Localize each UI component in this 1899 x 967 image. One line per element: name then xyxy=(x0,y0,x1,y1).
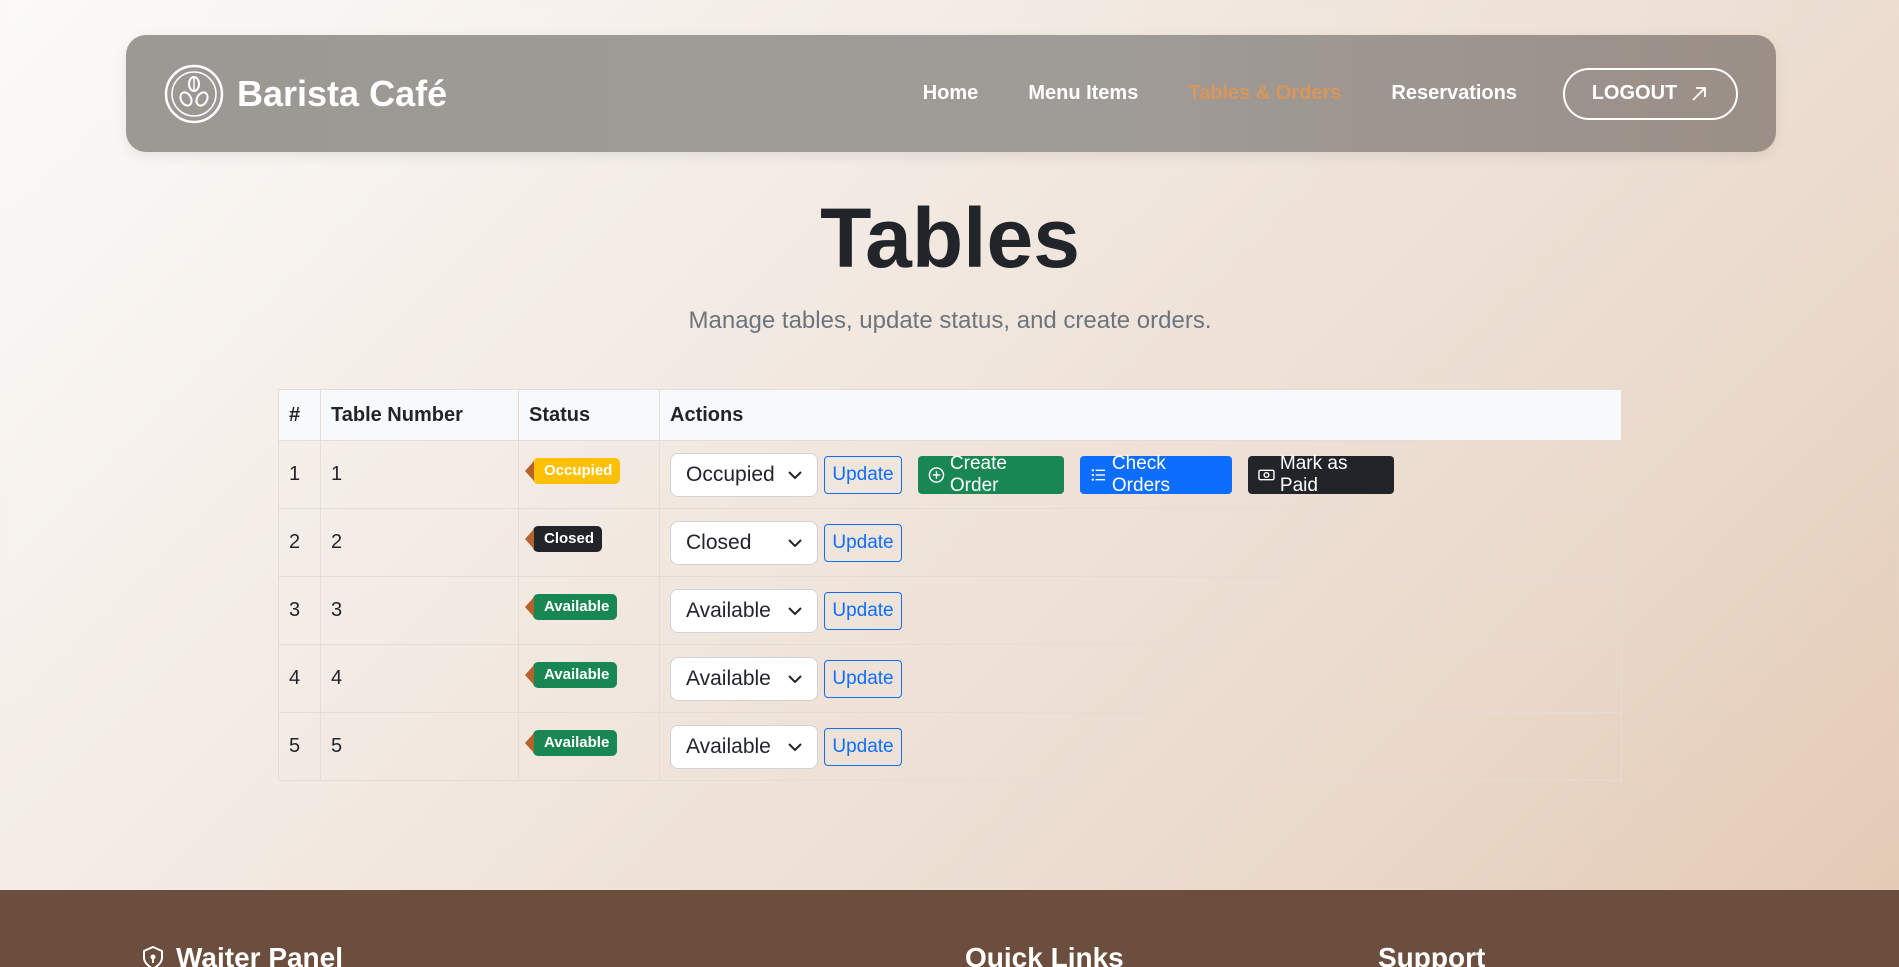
tables-table: # Table Number Status Actions 1 1 Occupi… xyxy=(278,389,1622,781)
status-select[interactable]: Occupied xyxy=(670,452,818,497)
status-select-value: Available xyxy=(686,734,771,758)
header-table-number: Table Number xyxy=(320,389,519,441)
table-row: 3 3 Available Available Update xyxy=(278,576,1622,645)
row-table-number: 5 xyxy=(320,712,519,781)
row-table-number: 2 xyxy=(320,508,519,577)
row-index: 3 xyxy=(278,576,321,645)
status-badge: Available xyxy=(533,729,618,756)
table-row: 4 4 Available Available Update xyxy=(278,644,1622,713)
status-badge: Available xyxy=(533,661,618,688)
nav-tables-orders[interactable]: Tables & Orders xyxy=(1188,82,1341,105)
nav-home[interactable]: Home xyxy=(923,82,979,105)
footer-waiter-panel: Waiter Panel xyxy=(140,942,343,967)
check-orders-label: Check Orders xyxy=(1111,452,1170,496)
status-select[interactable]: Closed xyxy=(670,520,818,565)
create-order-label: Create Order xyxy=(949,452,1007,496)
status-badge: Occupied xyxy=(533,457,621,484)
footer: Waiter Panel Quick Links Support xyxy=(0,890,1899,967)
shield-lock-icon xyxy=(143,945,163,967)
row-status: Occupied xyxy=(518,440,660,509)
row-index: 4 xyxy=(278,644,321,713)
header-index: # xyxy=(278,389,321,441)
row-table-number: 3 xyxy=(320,576,519,645)
row-actions: Closed Update xyxy=(659,508,1622,577)
chevron-down-icon xyxy=(788,742,802,751)
row-table-number: 1 xyxy=(320,440,519,509)
update-button[interactable]: Update xyxy=(824,591,902,630)
update-button[interactable]: Update xyxy=(824,727,902,766)
plus-circle-icon xyxy=(928,466,945,483)
table-row: 1 1 Occupied Occupied Update Create Orde… xyxy=(278,440,1622,509)
navbar: Barista Café Home Menu Items Tables & Or… xyxy=(126,35,1776,152)
table-header-row: # Table Number Status Actions xyxy=(278,389,1622,441)
nav-links: Home Menu Items Tables & Orders Reservat… xyxy=(873,67,1738,120)
status-select-value: Closed xyxy=(686,530,752,554)
list-icon xyxy=(1091,468,1106,481)
row-index: 1 xyxy=(278,440,321,509)
row-table-number: 4 xyxy=(320,644,519,713)
nav-reservations[interactable]: Reservations xyxy=(1391,82,1517,105)
update-button[interactable]: Update xyxy=(824,455,902,494)
footer-support-title: Support xyxy=(1378,942,1486,967)
footer-panel-title: Waiter Panel xyxy=(176,942,344,967)
status-select[interactable]: Available xyxy=(670,588,818,633)
header-actions: Actions xyxy=(659,389,1622,441)
row-actions: Available Update xyxy=(659,712,1622,781)
status-badge: Available xyxy=(533,593,618,620)
row-status: Available xyxy=(518,644,660,713)
create-order-button[interactable]: Create Order xyxy=(918,452,1064,496)
logout-label: LOGOUT xyxy=(1591,82,1678,104)
chevron-down-icon xyxy=(788,674,802,683)
update-button[interactable]: Update xyxy=(824,523,902,562)
status-select-value: Available xyxy=(686,598,771,622)
update-button[interactable]: Update xyxy=(824,659,902,698)
row-actions: Available Update xyxy=(659,576,1622,645)
brand-name: Barista Café xyxy=(237,72,448,114)
table-row: 5 5 Available Available Update xyxy=(278,712,1622,781)
row-index: 2 xyxy=(278,508,321,577)
row-status: Closed xyxy=(518,508,660,577)
status-badge: Closed xyxy=(533,525,603,552)
row-actions: Occupied Update Create Order Check Order… xyxy=(659,440,1622,509)
cash-icon xyxy=(1258,469,1275,480)
status-select[interactable]: Available xyxy=(670,724,818,769)
page-subtitle: Manage tables, update status, and create… xyxy=(688,307,1212,334)
mark-as-paid-button[interactable]: Mark as Paid xyxy=(1248,452,1394,496)
check-orders-button[interactable]: Check Orders xyxy=(1080,452,1232,496)
coffee-beans-icon xyxy=(164,64,224,123)
chevron-down-icon xyxy=(788,606,802,615)
row-status: Available xyxy=(518,712,660,781)
status-select[interactable]: Available xyxy=(670,656,818,701)
brand[interactable]: Barista Café xyxy=(164,64,447,124)
row-index: 5 xyxy=(278,712,321,781)
arrow-up-right-icon xyxy=(1692,86,1707,101)
header-status: Status xyxy=(518,389,660,441)
chevron-down-icon xyxy=(788,470,802,479)
page-title: Tables xyxy=(820,191,1080,285)
table-row: 2 2 Closed Closed Update xyxy=(278,508,1622,577)
logout-button[interactable]: LOGOUT xyxy=(1563,67,1738,120)
status-select-value: Available xyxy=(686,666,771,690)
row-actions: Available Update xyxy=(659,644,1622,713)
footer-quick-links-title: Quick Links xyxy=(965,942,1124,967)
chevron-down-icon xyxy=(788,538,802,547)
status-select-value: Occupied xyxy=(686,462,775,486)
row-status: Available xyxy=(518,576,660,645)
mark-as-paid-label: Mark as Paid xyxy=(1279,452,1348,496)
nav-menu-items[interactable]: Menu Items xyxy=(1028,82,1138,105)
